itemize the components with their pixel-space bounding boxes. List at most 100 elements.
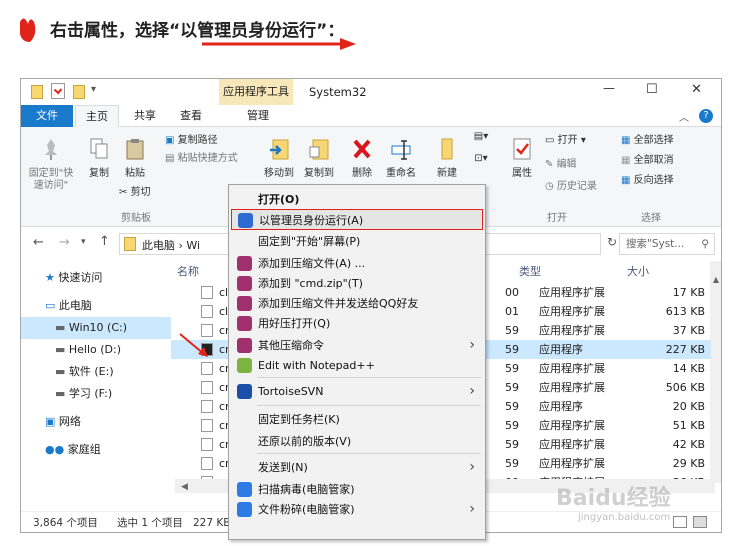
winrar-icon [237,276,252,291]
select-none-button[interactable]: ▦ 全部取消 [621,155,711,167]
menu-item[interactable]: 发送到(N) › [231,457,483,478]
nav-homegroup[interactable]: ●● 家庭组 [21,439,171,461]
tab-file[interactable]: 文件 [21,105,73,127]
dll-file-icon [201,305,213,318]
search-icon: ⚲ [701,238,709,250]
ribbon-tabs: 文件 主页 共享 查看 管理 ︿ ? [21,105,721,127]
help-icon[interactable]: ? [699,109,713,123]
menu-item[interactable]: 固定到任务栏(K) [231,409,483,430]
recent-dropdown-icon[interactable]: ▾ [81,237,86,247]
menu-item[interactable]: 固定到"开始"屏幕(P) [231,231,483,252]
winrar-icon [237,316,252,331]
properties-qa-icon[interactable] [51,83,65,99]
nav-drive-c[interactable]: ▬ Win10 (C:) [21,317,171,339]
invert-selection-button[interactable]: ▦ 反向选择 [621,175,711,187]
file-date: 00 [505,286,519,299]
file-date: 59 [505,457,519,470]
search-box[interactable]: 搜索"Syst... ⚲ [619,233,715,255]
up-button[interactable]: ↑ [99,234,110,249]
close-button[interactable]: ✕ [691,82,702,97]
forward-button[interactable]: → [59,235,70,250]
copy-button[interactable]: 复制 [83,137,115,180]
menu-item[interactable]: 文件粉碎(电脑管家) › [231,499,483,520]
column-type[interactable]: 类型 [519,263,541,279]
menu-item-label: 固定到任务栏(K) [258,413,340,426]
menu-separator [257,453,481,454]
folder-icon [31,85,43,99]
red-bullet-icon [20,18,36,42]
menu-item[interactable]: 添加到压缩文件(A) ... [231,253,483,274]
new-folder-qa-icon[interactable] [73,85,85,99]
menu-separator [257,405,481,406]
move-to-button[interactable]: 移动到 [259,137,299,180]
context-menu: 打开(O) 以管理员身份运行(A) 固定到"开始"屏幕(P) 添加到压缩文件(A) .… [228,184,486,540]
ribbon-collapse-icon[interactable]: ︿ [679,109,689,124]
file-date: 59 [505,400,519,413]
copy-to-button[interactable]: 复制到 [299,137,339,180]
menu-item[interactable]: 还原以前的版本(V) [231,431,483,452]
breadcrumb[interactable]: 此电脑 › Wi [142,237,200,253]
nav-this-pc[interactable]: ▭ 此电脑 [21,295,171,317]
menu-item-label: 添加到压缩文件并发送给QQ好友 [258,297,419,310]
new-button[interactable]: 新建 [429,137,465,180]
minimize-button[interactable]: — [603,81,615,95]
maximize-button[interactable]: ☐ [646,82,658,97]
watermark-url: jingyan.baidu.com [578,512,671,523]
tab-manage[interactable]: 管理 [225,105,291,127]
menu-item[interactable]: 其他压缩命令 › [231,335,483,356]
paste-shortcut-button[interactable]: ▤ 粘贴快捷方式 [165,153,265,165]
nav-network[interactable]: ▣ 网络 [21,411,171,433]
menu-item[interactable]: 添加到压缩文件并发送给QQ好友 [231,293,483,314]
vertical-scrollbar[interactable] [710,261,721,483]
menu-item[interactable]: Edit with Notepad++ [231,355,483,376]
file-type: 应用程序 [539,343,583,356]
paste-button[interactable]: 粘贴 [119,137,151,180]
menu-item-label: Edit with Notepad++ [258,359,375,372]
tortoisesvn-icon [237,384,252,399]
nav-drive-d[interactable]: ▬ Hello (D:) [21,339,171,361]
tab-share[interactable]: 共享 [123,105,167,127]
tencent-shield-icon [237,482,252,497]
menu-item[interactable]: 添加到 "cmd.zip"(T) [231,273,483,294]
pin-icon [45,139,57,160]
history-button[interactable]: ◷ 历史记录 [545,181,615,193]
large-icons-view-icon[interactable] [693,516,707,528]
rename-button[interactable]: 重命名 [381,137,421,180]
copy-path-button[interactable]: ▣ 复制路径 [165,135,265,147]
cut-button[interactable]: ✂ 剪切 [119,187,179,199]
menu-item[interactable]: TortoiseSVN › [231,381,483,402]
select-all-button[interactable]: ▦ 全部选择 [621,135,711,147]
column-size[interactable]: 大小 [627,263,649,279]
dll-file-icon [201,381,213,394]
column-name[interactable]: 名称 [177,263,199,279]
title-bar: ▾ 应用程序工具 System32 — ☐ ✕ [21,79,721,105]
refresh-icon[interactable]: ↻ [607,235,617,249]
qa-dropdown-icon[interactable]: ▾ [91,84,96,95]
tab-home[interactable]: 主页 [75,105,119,127]
tencent-shield-icon [237,502,252,517]
file-type: 应用程序扩展 [539,457,605,470]
tab-view[interactable]: 查看 [169,105,213,127]
menu-item[interactable]: 打开(O) [231,189,483,210]
scroll-up-icon[interactable]: ▲ [710,275,721,289]
menu-item[interactable]: 扫描病毒(电脑管家) [231,479,483,500]
properties-button[interactable]: 属性 [507,137,537,180]
file-date: 59 [505,381,519,394]
back-button[interactable]: ← [33,235,44,250]
pin-quick-access-button[interactable]: 固定到"快 速访问" [25,137,77,192]
nav-drive-f[interactable]: ▬ 学习 (F:) [21,383,171,405]
file-size: 17 KB [672,286,705,299]
file-date: 59 [505,343,519,356]
menu-item[interactable]: 以管理员身份运行(A) [231,209,483,230]
open-button[interactable]: ▭ 打开 ▾ [545,135,615,147]
nav-quick-access[interactable]: ★ 快速访问 [21,267,171,289]
details-view-icon[interactable] [673,516,687,528]
edit-button[interactable]: ✎ 编辑 [545,159,615,171]
easy-access-icon[interactable]: ⊡▾ [471,153,491,165]
new-item-icon[interactable]: ▤▾ [471,131,491,143]
window-title: System32 [309,85,367,99]
menu-item[interactable]: 用好压打开(Q) [231,313,483,334]
nav-drive-e[interactable]: ▬ 软件 (E:) [21,361,171,383]
menu-item-label: 其他压缩命令 [258,339,324,352]
delete-button[interactable]: 删除 [345,137,379,180]
